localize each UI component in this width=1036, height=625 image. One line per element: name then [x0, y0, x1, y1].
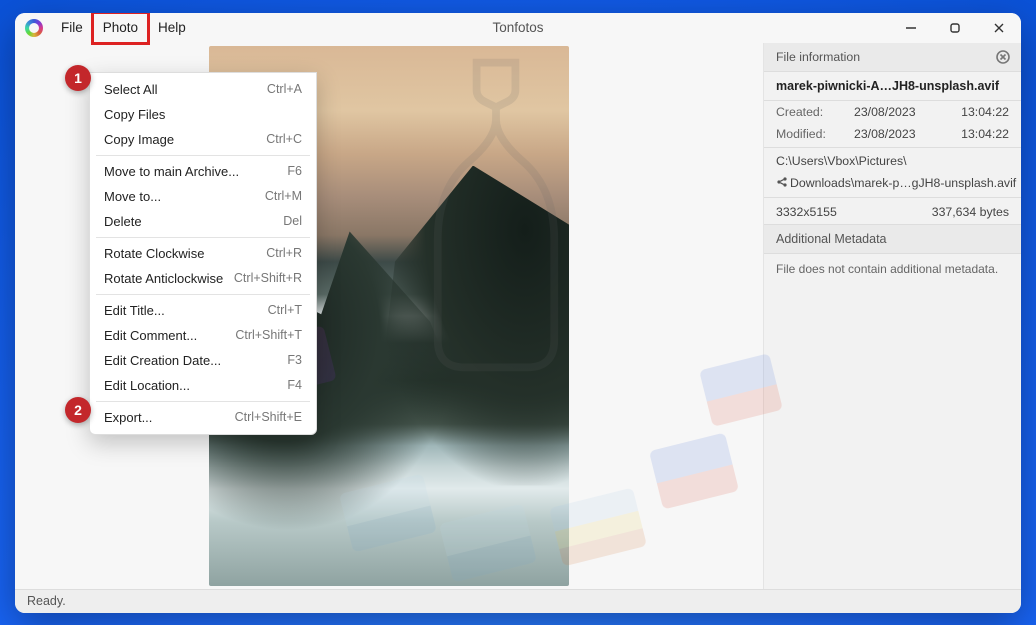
created-date: 23/08/2023	[854, 105, 935, 119]
menu-edit-creation-date[interactable]: Edit Creation Date...F3	[90, 348, 316, 373]
image-dimensions: 3332x5155	[776, 205, 837, 219]
window-controls	[893, 13, 1017, 43]
menu-edit-location[interactable]: Edit Location...F4	[90, 373, 316, 398]
titlebar: File Photo Help Tonfotos	[15, 13, 1021, 43]
modified-row: Modified: 23/08/2023 13:04:22	[764, 123, 1021, 145]
menu-edit-title[interactable]: Edit Title...Ctrl+T	[90, 298, 316, 323]
menu-copy-files[interactable]: Copy Files	[90, 102, 316, 127]
menu-separator	[96, 401, 310, 402]
menu-export[interactable]: Export...Ctrl+Shift+E	[90, 405, 316, 430]
close-panel-button[interactable]	[995, 49, 1011, 65]
menu-rotate-ccw[interactable]: Rotate AnticlockwiseCtrl+Shift+R	[90, 266, 316, 291]
menu-select-all[interactable]: Select AllCtrl+A	[90, 77, 316, 102]
modified-time: 13:04:22	[943, 127, 1009, 141]
status-text: Ready.	[27, 594, 66, 608]
modified-date: 23/08/2023	[854, 127, 935, 141]
close-button[interactable]	[981, 15, 1017, 41]
menu-delete[interactable]: DeleteDel	[90, 209, 316, 234]
file-path-line2: Downloads\marek-p…gJH8-unsplash.avif	[764, 172, 1021, 195]
callout-1: 1	[65, 65, 91, 91]
modified-label: Modified:	[776, 127, 846, 141]
menu-photo[interactable]: Photo	[93, 13, 148, 43]
app-logo-icon	[25, 19, 43, 37]
photo-menu-dropdown: Select AllCtrl+A Copy Files Copy ImageCt…	[89, 72, 317, 435]
menu-help[interactable]: Help	[148, 13, 196, 43]
size-row: 3332x5155 337,634 bytes	[764, 200, 1021, 224]
file-path-line2-text: Downloads\marek-p…gJH8-unsplash.avif	[790, 176, 1016, 190]
file-path-line1: C:\Users\Vbox\Pictures\	[764, 150, 1021, 172]
menu-move-to[interactable]: Move to...Ctrl+M	[90, 184, 316, 209]
created-label: Created:	[776, 105, 846, 119]
menu-separator	[96, 237, 310, 238]
app-window: File Photo Help Tonfotos	[15, 13, 1021, 613]
menu-separator	[96, 294, 310, 295]
maximize-button[interactable]	[937, 15, 973, 41]
wm-tile-icon	[649, 432, 739, 509]
file-bytes: 337,634 bytes	[932, 205, 1009, 219]
menu-rotate-cw[interactable]: Rotate ClockwiseCtrl+R	[90, 241, 316, 266]
created-row: Created: 23/08/2023 13:04:22	[764, 101, 1021, 123]
metadata-header: Additional Metadata	[764, 224, 1021, 254]
menu-edit-comment[interactable]: Edit Comment...Ctrl+Shift+T	[90, 323, 316, 348]
file-name: marek-piwnicki-A…JH8-unsplash.avif	[764, 72, 1021, 101]
body-area: File information marek-piwnicki-A…JH8-un…	[15, 43, 1021, 589]
created-time: 13:04:22	[943, 105, 1009, 119]
menu-file[interactable]: File	[51, 13, 93, 43]
menu-separator	[96, 155, 310, 156]
callout-2: 2	[65, 397, 91, 423]
minimize-button[interactable]	[893, 15, 929, 41]
file-info-header: File information	[764, 43, 1021, 72]
status-bar: Ready.	[15, 589, 1021, 613]
metadata-note: File does not contain additional metadat…	[764, 254, 1021, 284]
menu-copy-image[interactable]: Copy ImageCtrl+C	[90, 127, 316, 152]
menubar: File Photo Help	[51, 13, 196, 43]
file-info-panel: File information marek-piwnicki-A…JH8-un…	[763, 43, 1021, 589]
share-icon	[776, 176, 788, 191]
file-info-title: File information	[776, 50, 860, 64]
menu-move-to-archive[interactable]: Move to main Archive...F6	[90, 159, 316, 184]
